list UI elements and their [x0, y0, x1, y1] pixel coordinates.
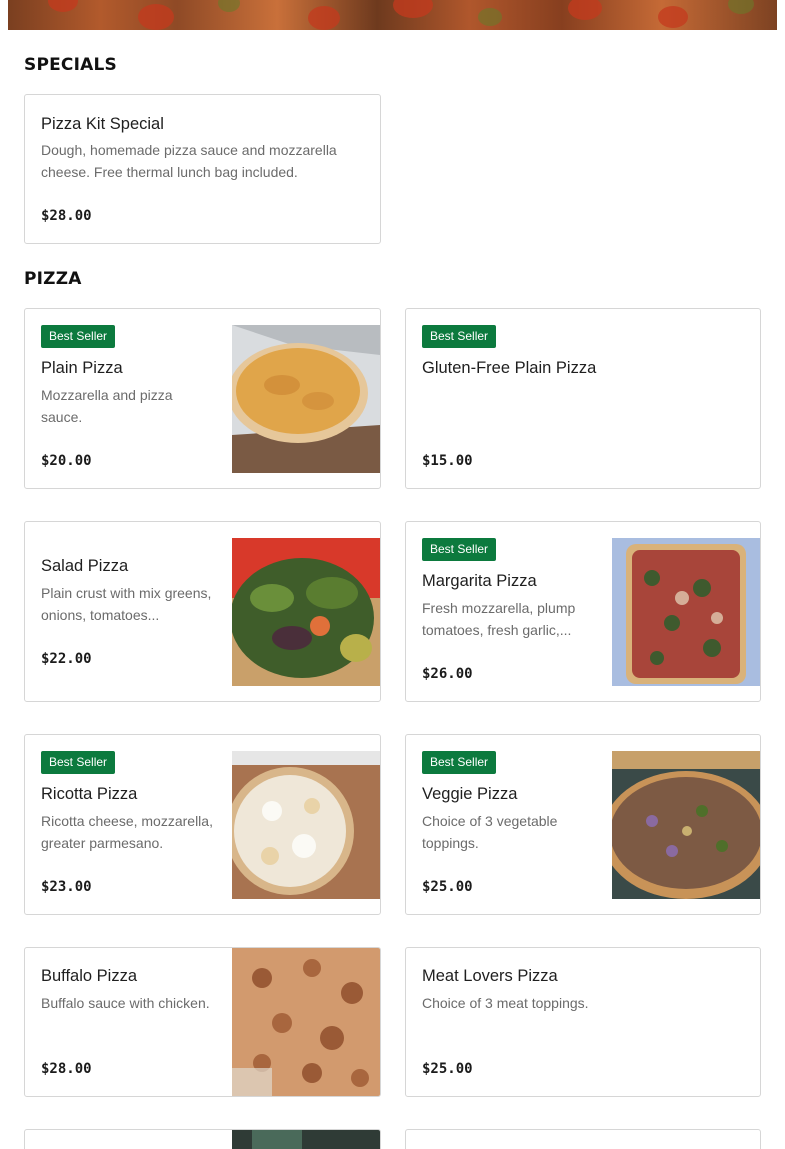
next-item-photo	[232, 1130, 380, 1149]
item-price: $20.00	[41, 453, 92, 469]
margarita-pizza-photo	[612, 538, 760, 686]
item-description: Mozzarella and pizza sauce.	[41, 387, 173, 425]
menu-item-card[interactable]: Best Seller Margarita Pizza Fresh mozzar…	[405, 521, 761, 702]
menu-item-card[interactable]: Meat Lovers Pizza Choice of 3 meat toppi…	[405, 947, 761, 1097]
section-title-specials: SPECIALS	[24, 55, 117, 75]
menu-item-card[interactable]: Best Seller Veggie Pizza Choice of 3 veg…	[405, 734, 761, 915]
menu-item-card[interactable]	[405, 1129, 761, 1149]
item-name: Veggie Pizza	[422, 785, 518, 803]
item-name: Plain Pizza	[41, 359, 123, 377]
section-title-pizza: PIZZA	[24, 269, 82, 289]
item-name: Buffalo Pizza	[41, 967, 138, 985]
best-seller-badge: Best Seller	[41, 751, 116, 774]
item-description: Ricotta cheese, mozzarella, greater parm…	[41, 813, 213, 851]
item-price: $23.00	[41, 879, 92, 895]
item-name: Gluten-Free Plain Pizza	[422, 359, 597, 377]
menu-item-card[interactable]	[24, 1129, 381, 1149]
item-price: $25.00	[422, 879, 473, 895]
best-seller-badge: Best Seller	[41, 325, 116, 348]
item-name: Salad Pizza	[41, 557, 129, 575]
menu-item-card[interactable]: Buffalo Pizza Buffalo sauce with chicken…	[24, 947, 381, 1097]
item-price: $26.00	[422, 666, 473, 682]
hero-pizza-banner	[8, 0, 777, 30]
item-description: Buffalo sauce with chicken.	[41, 995, 210, 1011]
item-description: Choice of 3 vegetable toppings.	[422, 813, 558, 851]
item-name: Pizza Kit Special	[41, 115, 164, 133]
item-price: $15.00	[422, 453, 473, 469]
item-price: $22.00	[41, 651, 92, 667]
menu-item-card[interactable]: Salad Pizza Plain crust with mix greens,…	[24, 521, 381, 702]
item-name: Ricotta Pizza	[41, 785, 138, 803]
menu-item-card[interactable]: Best Seller Plain Pizza Mozzarella and p…	[24, 308, 381, 489]
item-description: Dough, homemade pizza sauce and mozzarel…	[41, 142, 337, 180]
plain-pizza-photo	[232, 325, 380, 473]
item-price: $25.00	[422, 1061, 473, 1077]
buffalo-pizza-photo	[232, 948, 380, 1096]
menu-item-card[interactable]: Best Seller Ricotta Pizza Ricotta cheese…	[24, 734, 381, 915]
best-seller-badge: Best Seller	[422, 325, 497, 348]
item-description: Fresh mozzarella, plump tomatoes, fresh …	[422, 600, 576, 638]
salad-pizza-photo	[232, 538, 380, 686]
item-price: $28.00	[41, 208, 92, 224]
best-seller-badge: Best Seller	[422, 538, 497, 561]
item-price: $28.00	[41, 1061, 92, 1077]
menu-item-card[interactable]: Pizza Kit Special Dough, homemade pizza …	[24, 94, 381, 244]
veggie-pizza-photo	[612, 751, 760, 899]
ricotta-pizza-photo	[232, 751, 380, 899]
item-name: Meat Lovers Pizza	[422, 967, 558, 985]
item-name: Margarita Pizza	[422, 572, 537, 590]
item-description: Plain crust with mix greens, onions, tom…	[41, 585, 212, 623]
item-description: Choice of 3 meat toppings.	[422, 995, 589, 1011]
best-seller-badge: Best Seller	[422, 751, 497, 774]
menu-item-card[interactable]: Best Seller Gluten-Free Plain Pizza $15.…	[405, 308, 761, 489]
